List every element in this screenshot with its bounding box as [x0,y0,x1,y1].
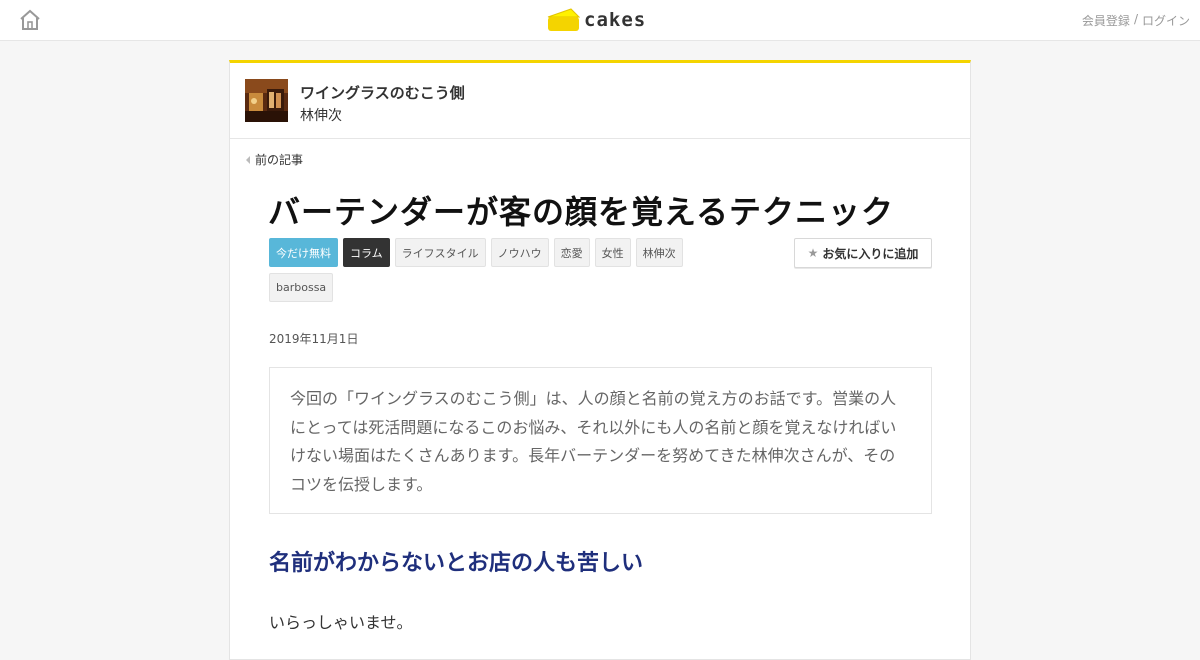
cake-logo-icon [547,8,580,31]
article-lead: 今回の「ワイングラスのむこう側」は、人の顔と名前の覚え方のお話です。営業の人にと… [269,367,932,514]
add-favorite-button[interactable]: ★ お気に入りに追加 [794,238,932,268]
star-icon: ★ [807,246,819,260]
article-card: ワイングラスのむこう側 林伸次 前の記事 バーテンダーが客の顔を覚えるテクニック… [229,60,971,660]
tag-barbossa[interactable]: barbossa [269,273,334,302]
tag-column[interactable]: コラム [343,238,390,267]
add-favorite-label: お気に入りに追加 [822,246,919,261]
series-header[interactable]: ワイングラスのむこう側 林伸次 [230,63,970,139]
tag-author[interactable]: 林伸次 [635,238,683,267]
article-title: バーテンダーが客の顔を覚えるテクニック [268,193,895,231]
tag-list: 今だけ無料 コラム ライフスタイル ノウハウ 恋愛 女性 林伸次 barboss… [269,238,739,302]
body-text: いらっしゃいませ。 [269,613,413,632]
publish-date: 2019年11月1日 [269,332,359,346]
tag-lifestyle[interactable]: ライフスタイル [394,238,486,267]
auth-links: 会員登録 / ログイン [1082,12,1190,29]
prev-article-label: 前の記事 [255,153,304,167]
login-link[interactable]: ログイン [1142,12,1190,29]
tag-knowhow[interactable]: ノウハウ [490,238,549,267]
site-logo[interactable]: cakes [547,6,646,34]
section-heading: 名前がわからないとお店の人も苦しい [269,551,644,576]
logo-text: cakes [584,9,647,31]
chevron-left-icon [246,155,250,164]
home-icon[interactable] [18,8,42,32]
top-bar: cakes 会員登録 / ログイン [0,0,1200,41]
series-title[interactable]: ワイングラスのむこう側 [300,82,465,103]
tag-romance[interactable]: 恋愛 [553,238,590,267]
series-author[interactable]: 林伸次 [300,105,342,125]
auth-separator: / [1133,12,1138,26]
prev-article-link[interactable]: 前の記事 [246,151,303,168]
tag-women[interactable]: 女性 [594,238,631,267]
tag-free[interactable]: 今だけ無料 [269,238,338,267]
signup-link[interactable]: 会員登録 [1082,12,1130,29]
series-thumbnail[interactable] [245,79,288,122]
